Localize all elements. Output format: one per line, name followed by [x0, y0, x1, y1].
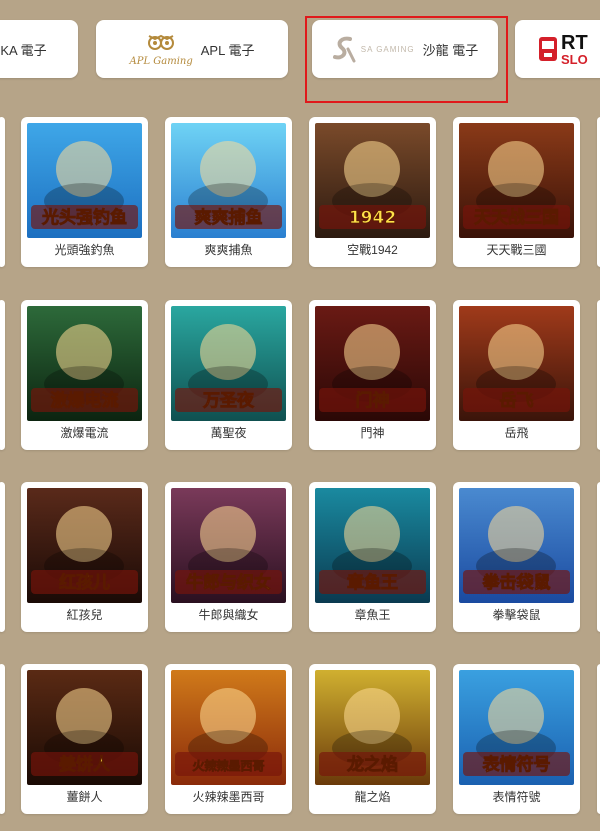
game-thumbnail-title: 1942: [349, 208, 396, 228]
game-name: 激爆電流: [60, 426, 109, 440]
game-name: 龍之焰: [354, 790, 391, 804]
game-card[interactable]: 光头强钓鱼光頭強釣魚: [21, 117, 148, 267]
game-thumbnail-title: 火辣辣墨西哥: [192, 758, 264, 773]
game-thumbnail[interactable]: 天天战三国: [459, 123, 574, 238]
game-name: 紅孩兒: [66, 608, 103, 622]
game-thumbnail[interactable]: 拳击袋鼠: [459, 488, 574, 603]
game-thumbnail[interactable]: 龙之焰: [315, 670, 430, 785]
game-name: 光頭強釣魚: [54, 243, 115, 257]
game-name: 空戰1942: [347, 243, 398, 257]
game-name: 牛郎與織女: [198, 608, 259, 622]
game-name: 火辣辣墨西哥: [192, 790, 265, 804]
game-thumbnail[interactable]: 牛郎与织女: [171, 488, 286, 603]
game-name: 天天戰三國: [486, 243, 547, 257]
game-card-partial[interactable]: [0, 664, 5, 814]
game-thumbnail[interactable]: 章鱼王: [315, 488, 430, 603]
game-card[interactable]: 牛郎与织女牛郎與織女: [165, 482, 292, 632]
game-card[interactable]: 门神 門神: [309, 300, 436, 450]
game-card[interactable]: 章鱼王 章魚王: [309, 482, 436, 632]
game-thumbnail-title: 章鱼王: [347, 572, 398, 593]
game-thumbnail[interactable]: 爽爽捕鱼: [171, 123, 286, 238]
game-name: 章魚王: [354, 608, 391, 622]
game-card[interactable]: 表情符号 表情符號: [453, 664, 580, 814]
game-card[interactable]: 姜饼人 薑餅人: [21, 664, 148, 814]
game-thumbnail[interactable]: 表情符号: [459, 670, 574, 785]
game-card[interactable]: 天天战三国天天戰三國: [453, 117, 580, 267]
game-card-partial[interactable]: [0, 300, 5, 450]
game-thumbnail[interactable]: 激爆电流: [27, 306, 142, 421]
game-thumbnail-title: 牛郎与织女: [186, 572, 271, 593]
game-name: 薑餅人: [66, 790, 103, 804]
game-card[interactable]: 龙之焰 龍之焰: [309, 664, 436, 814]
game-thumbnail[interactable]: 光头强钓鱼: [27, 123, 142, 238]
game-thumbnail-title: 爽爽捕鱼: [195, 207, 263, 228]
game-card[interactable]: 岳飞 岳飛: [453, 300, 580, 450]
game-thumbnail[interactable]: 门神: [315, 306, 430, 421]
game-thumbnail-title: 万圣夜: [202, 390, 255, 411]
game-thumbnail-title: 龙之焰: [346, 754, 398, 775]
game-grid: 光头强钓鱼 光頭強釣魚 爽爽捕鱼 爽爽捕魚 1942 空戰1942 天天战三国 天天戰三國 激爆…: [0, 0, 600, 831]
game-card[interactable]: 拳击袋鼠 拳擊袋鼠: [453, 482, 580, 632]
game-card[interactable]: 万圣夜 萬聖夜: [165, 300, 292, 450]
game-thumbnail[interactable]: 万圣夜: [171, 306, 286, 421]
game-thumbnail-title: 岳飞: [500, 391, 534, 411]
game-thumbnail-title: 表情符号: [483, 754, 551, 775]
game-name: 拳擊袋鼠: [492, 608, 541, 622]
game-name: 表情符號: [492, 790, 541, 804]
game-card[interactable]: 爽爽捕鱼 爽爽捕魚: [165, 117, 292, 267]
game-name: 萬聖夜: [210, 426, 247, 440]
game-name: 岳飛: [504, 426, 529, 440]
game-card[interactable]: 激爆电流 激爆電流: [21, 300, 148, 450]
game-thumbnail-title: 姜饼人: [59, 754, 111, 775]
game-card[interactable]: 火辣辣墨西哥 火辣辣墨西哥: [165, 664, 292, 814]
game-thumbnail-title: 门神: [356, 390, 390, 411]
game-card-partial[interactable]: [0, 482, 5, 632]
game-thumbnail[interactable]: 姜饼人: [27, 670, 142, 785]
game-thumbnail-title: 激爆电流: [51, 390, 119, 411]
game-thumbnail[interactable]: 火辣辣墨西哥: [171, 670, 286, 785]
game-thumbnail-title: 光头强钓鱼: [41, 207, 127, 228]
game-thumbnail-title: 拳击袋鼠: [482, 572, 551, 593]
game-name: 爽爽捕魚: [204, 243, 253, 257]
game-card-partial[interactable]: [0, 117, 5, 267]
game-thumbnail[interactable]: 红孩儿: [27, 488, 142, 603]
game-name: 門神: [360, 426, 385, 440]
game-thumbnail-title: 天天战三国: [474, 208, 559, 228]
game-thumbnail[interactable]: 岳飞: [459, 306, 574, 421]
game-card[interactable]: 1942 空戰1942: [309, 117, 436, 267]
game-thumbnail-title: 红孩儿: [59, 572, 110, 593]
game-thumbnail[interactable]: 1942: [315, 123, 430, 238]
game-card[interactable]: 红孩儿 紅孩兒: [21, 482, 148, 632]
